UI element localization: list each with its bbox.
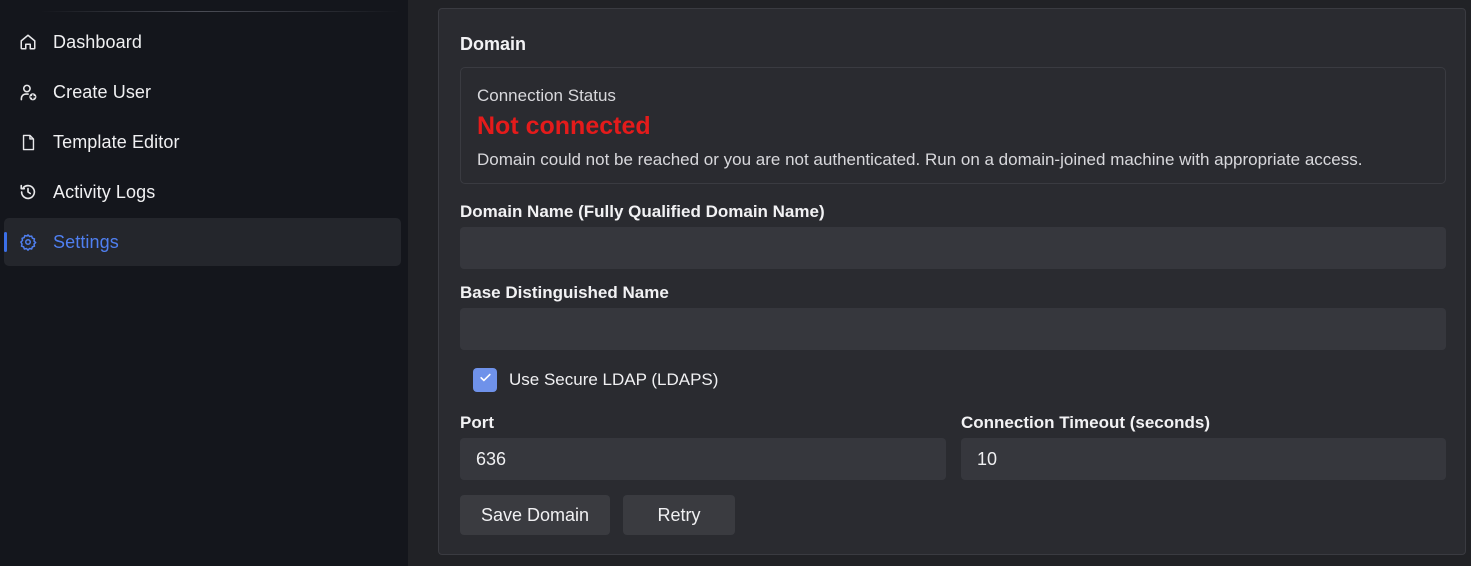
file-icon [18,132,38,152]
check-icon [479,371,492,389]
ldaps-checkbox[interactable] [473,368,497,392]
sidebar-item-activity-logs[interactable]: Activity Logs [4,168,401,216]
sidebar: Dashboard Create User Template Editor Ac… [0,0,408,566]
domain-settings-card: Domain Connection Status Not connected D… [438,8,1466,555]
ldaps-option: Use Secure LDAP (LDAPS) [473,367,718,393]
port-label: Port [460,413,494,432]
sidebar-item-create-user[interactable]: Create User [4,68,401,116]
base-dn-input[interactable] [460,308,1446,350]
save-domain-button[interactable]: Save Domain [460,495,610,535]
gear-icon [18,232,38,252]
card-title: Domain [460,34,527,54]
ldaps-checkbox-label: Use Secure LDAP (LDAPS) [509,370,719,389]
sidebar-divider [40,11,400,12]
domain-name-label: Domain Name (Fully Qualified Domain Name… [460,202,825,221]
sidebar-item-label: Activity Logs [53,181,156,202]
connection-status-description: Domain could not be reached or you are n… [477,150,1363,169]
sidebar-item-label: Create User [53,81,152,102]
active-indicator [4,232,7,252]
domain-name-input[interactable] [460,227,1446,269]
sidebar-item-label: Template Editor [53,131,180,152]
timeout-label: Connection Timeout (seconds) [961,413,1211,432]
sidebar-item-label: Settings [53,231,119,252]
sidebar-item-template-editor[interactable]: Template Editor [4,118,401,166]
timeout-input[interactable] [961,438,1446,480]
connection-status-panel: Connection Status Not connected Domain c… [460,67,1446,184]
connection-status-caption: Connection Status [477,86,616,105]
sidebar-item-settings[interactable]: Settings [4,218,401,266]
connection-status-value: Not connected [477,112,651,140]
history-icon [18,182,38,202]
retry-button[interactable]: Retry [623,495,735,535]
user-add-icon [18,82,38,102]
home-icon [18,32,38,52]
sidebar-item-dashboard[interactable]: Dashboard [4,18,401,66]
port-input[interactable] [460,438,946,480]
base-dn-label: Base Distinguished Name [460,283,669,302]
sidebar-item-label: Dashboard [53,31,142,52]
